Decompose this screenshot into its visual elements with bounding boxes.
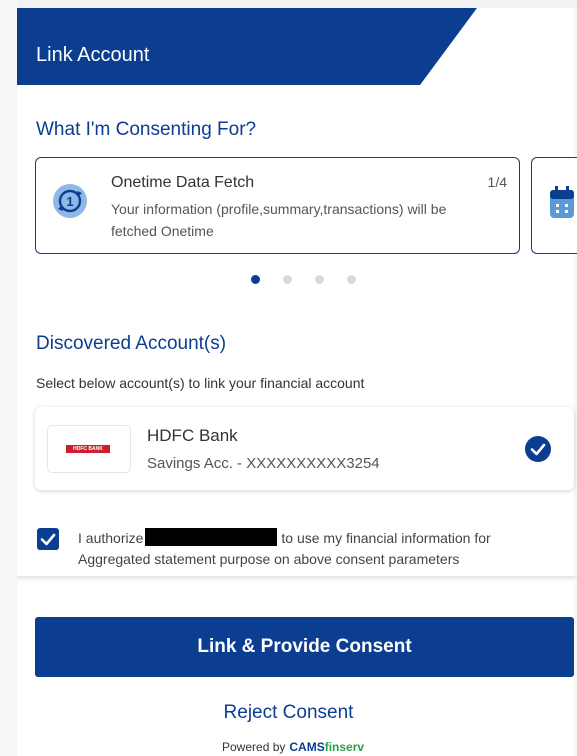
account-card[interactable]: HDFC BANK HDFC Bank Savings Acc. - XXXXX… [35, 407, 574, 490]
account-info: Savings Acc. - XXXXXXXXXX3254 [147, 455, 380, 472]
top-strip [17, 0, 577, 8]
consent-card-next[interactable] [531, 157, 577, 254]
authorization-text: I authorize to use my financial informati… [78, 528, 558, 570]
powered-by-footer: Powered by CAMSfinserv [222, 740, 364, 754]
calendar-icon [548, 186, 576, 225]
section-divider [17, 576, 577, 582]
authorization-prefix: I authorize [78, 530, 144, 546]
authorize-checkbox[interactable] [37, 528, 59, 550]
consent-card-count: 1/4 [487, 174, 507, 190]
header-title: Link Account [36, 44, 150, 66]
reject-consent-link[interactable]: Reject Consent [0, 702, 577, 724]
pagination-dot-3[interactable] [315, 275, 324, 284]
redacted-name [145, 528, 278, 546]
svg-text:1: 1 [66, 194, 73, 209]
bank-name: HDFC Bank [147, 426, 238, 445]
consent-card-description: Your information (profile,summary,transa… [111, 201, 447, 239]
consent-card-title: Onetime Data Fetch [111, 174, 255, 191]
brand-accent: finserv [324, 740, 365, 754]
consent-section-title: What I'm Consenting For? [36, 119, 257, 140]
discovered-section-title: Discovered Account(s) [36, 333, 227, 354]
consent-card[interactable]: 1 Onetime Data Fetch Your information (p… [35, 157, 520, 254]
check-circle-icon[interactable] [524, 435, 552, 468]
pagination-dot-4[interactable] [347, 275, 356, 284]
left-edge [0, 0, 17, 756]
powered-by-label: Powered by [222, 740, 286, 754]
pagination-dot-2[interactable] [283, 275, 292, 284]
refresh-one-icon: 1 [51, 182, 89, 225]
hdfc-logo-text: HDFC BANK [66, 445, 110, 453]
hdfc-bank-logo: HDFC BANK [47, 425, 131, 473]
link-provide-consent-button[interactable]: Link & Provide Consent [35, 617, 574, 677]
pagination-dot-1[interactable] [251, 275, 260, 284]
discovered-helper-text: Select below account(s) to link your fin… [36, 375, 365, 391]
checkmark-icon [40, 533, 56, 546]
brand-main: CAMS [289, 740, 325, 754]
